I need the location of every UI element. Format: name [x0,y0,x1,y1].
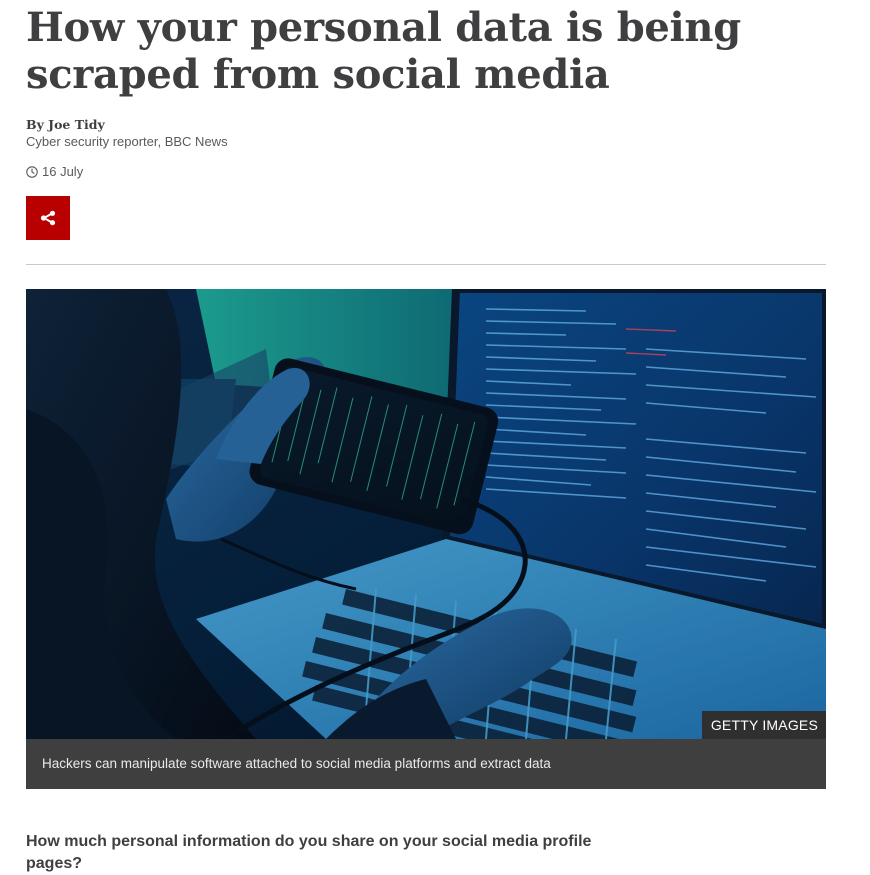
publish-date: 16 July [26,164,83,179]
article-figure: GETTY IMAGES Hackers can manipulate soft… [26,289,826,789]
image-caption: Hackers can manipulate software attached… [26,739,826,789]
author-name: By Joe Tidy [26,117,105,132]
article-lead-paragraph: How much personal information do you sha… [26,833,592,872]
share-icon [40,210,56,226]
hacker-illustration [26,289,826,739]
author-role: Cyber security reporter, BBC News [26,134,228,149]
header-divider [26,264,826,265]
article-headline: How your personal data is being scraped … [26,4,741,98]
byline: By Joe Tidy Cyber security reporter, BBC… [26,117,228,150]
hacker-photo: GETTY IMAGES [26,289,826,739]
image-credit: GETTY IMAGES [701,711,826,739]
share-button[interactable] [26,196,70,240]
date-text: 16 July [42,164,84,179]
clock-icon [26,165,38,178]
